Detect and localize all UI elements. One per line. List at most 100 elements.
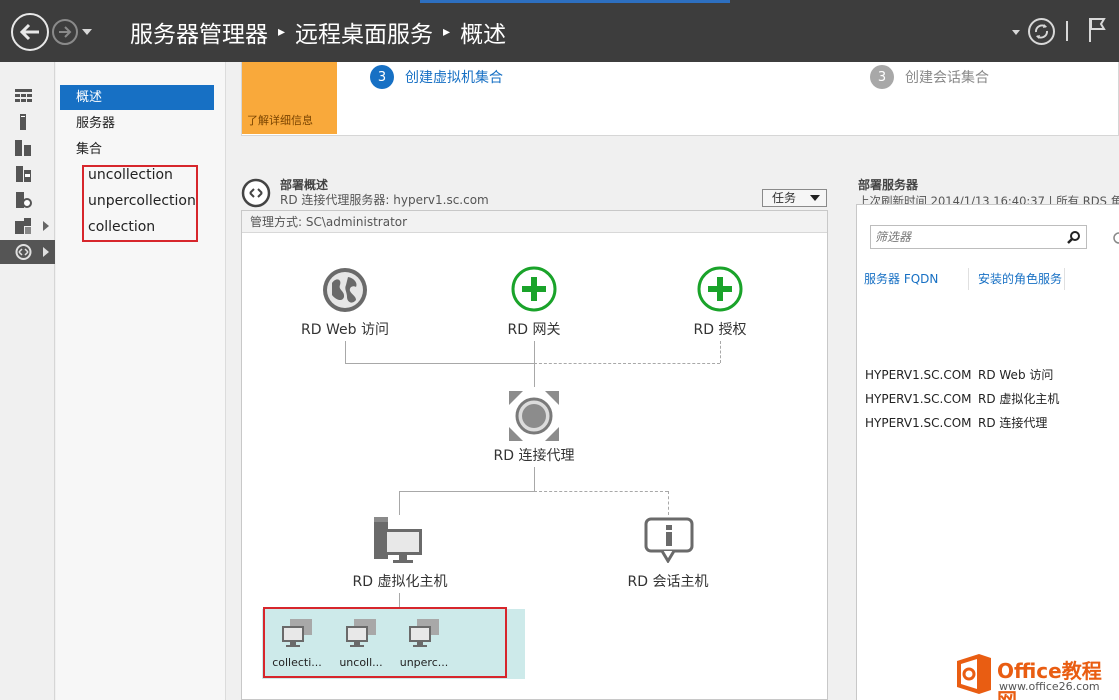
connector-line: [534, 363, 535, 387]
connector-dashed-line: [534, 363, 720, 364]
nav-item-collections[interactable]: 集合: [60, 137, 214, 162]
breadcrumb-server-manager[interactable]: 服务器管理器: [130, 15, 268, 49]
forward-button[interactable]: [52, 19, 78, 45]
info-session-host-icon[interactable]: [644, 517, 694, 563]
history-dropdown-icon[interactable]: [82, 29, 92, 35]
arrow-left-icon: [19, 23, 39, 41]
filter-placeholder: 筛选器: [875, 230, 912, 244]
chevron-down-icon[interactable]: [1012, 30, 1020, 35]
node-rd-gateway[interactable]: RD 网关: [454, 319, 614, 339]
navigation-pane: 概述 服务器 集合 uncollection unpercollection c…: [56, 62, 226, 700]
hyper-v-icon: [15, 218, 31, 234]
learn-more-link[interactable]: 了解详细信息: [247, 112, 313, 128]
breadcrumb-rds[interactable]: 远程桌面服务: [295, 15, 433, 49]
breadcrumb-overview: 概述: [460, 22, 507, 48]
connector-dashed-line: [720, 341, 721, 363]
filter-input[interactable]: 筛选器: [870, 225, 1087, 249]
left-icon-rail: [0, 62, 55, 700]
table-cell-fqdn: HYPERV1.SC.COM: [865, 416, 972, 430]
virtualization-host-icon[interactable]: [372, 517, 424, 565]
collections-highlight-box: [82, 165, 198, 242]
arrow-right-icon: [59, 26, 72, 38]
table-cell-fqdn: HYPERV1.SC.COM: [865, 392, 972, 406]
add-licensing-icon[interactable]: [696, 265, 744, 313]
title-bar-accent: [420, 0, 730, 3]
broker-server-label: RD 连接代理服务器: hyperv1.sc.com: [280, 193, 489, 207]
breadcrumb: 服务器管理器 ▸ 远程桌面服务 ▸ 概述: [130, 15, 507, 49]
deployment-servers-panel: 筛选器 服务器 FQDN 安装的角色服务 HYPERV1.SC.COM RD W…: [856, 204, 1119, 700]
collections-highlight-box: [263, 607, 507, 678]
column-header-roles[interactable]: 安装的角色服务: [973, 268, 1065, 290]
tasks-dropdown[interactable]: 任务: [762, 189, 827, 207]
refresh-icon: [1035, 24, 1048, 39]
expand-arrow-icon[interactable]: [43, 247, 49, 257]
step-number: 3: [870, 65, 894, 89]
collections-strip: collecti... uncoll... unperc...: [262, 607, 525, 679]
office-logo-icon: [957, 654, 991, 694]
node-rd-web-access[interactable]: RD Web 访问: [265, 319, 425, 339]
tasks-label: 任务: [772, 191, 797, 205]
file-services-icon: [16, 166, 31, 182]
title-bar: 服务器管理器 ▸ 远程桌面服务 ▸ 概述: [0, 0, 1119, 62]
node-rd-connection-broker[interactable]: RD 连接代理: [454, 445, 614, 465]
node-rd-virtualization-host[interactable]: RD 虚拟化主机: [320, 571, 480, 591]
step-label: 创建虚拟机集合: [405, 70, 503, 86]
watermark-url: www.office26.com: [999, 680, 1100, 693]
local-server-icon: [20, 114, 26, 130]
rail-iis[interactable]: [0, 188, 55, 212]
options-icon[interactable]: [1112, 231, 1119, 245]
expand-arrow-icon[interactable]: [43, 221, 49, 231]
all-servers-icon: [15, 140, 31, 156]
managed-by-bar: 管理方式: SC\administrator: [242, 211, 827, 233]
table-cell-role: RD 虚拟化主机: [978, 392, 1060, 406]
nav-item-overview[interactable]: 概述: [60, 85, 214, 110]
deployment-diagram: 管理方式: SC\administrator RD Web 访问 RD 网关 R…: [241, 210, 828, 700]
connector-line: [399, 491, 534, 492]
office26-watermark: Office教程网 www.office26.com: [955, 650, 1119, 700]
rail-dashboard[interactable]: [0, 84, 55, 108]
remote-desktop-icon: [15, 244, 32, 260]
connector-dashed-line: [534, 491, 668, 492]
step-create-session-collection[interactable]: 3 创建会话集合: [870, 65, 989, 89]
add-gateway-icon[interactable]: [510, 265, 558, 313]
node-rd-licensing[interactable]: RD 授权: [640, 319, 800, 339]
connection-broker-icon[interactable]: [507, 389, 561, 443]
rail-hyper-v[interactable]: [0, 214, 55, 238]
deployment-overview-icon: [241, 178, 271, 208]
quick-start-panel: 了解详细信息 3 创建虚拟机集合 3 创建会话集合: [241, 62, 1119, 136]
learn-more-tile[interactable]: 了解详细信息: [242, 62, 337, 134]
search-icon[interactable]: [1067, 230, 1081, 244]
back-button[interactable]: [11, 13, 49, 51]
connector-line: [345, 341, 346, 363]
watermark-title: Office教程网: [997, 659, 1102, 700]
connector-line: [534, 341, 535, 363]
breadcrumb-separator-icon: ▸: [278, 24, 286, 40]
table-cell-role: RD Web 访问: [978, 368, 1054, 382]
dashboard-icon: [15, 89, 32, 102]
rail-file-services[interactable]: [0, 162, 55, 186]
chevron-down-icon: [810, 195, 820, 201]
table-cell-role: RD 连接代理: [978, 416, 1048, 430]
step-label: 创建会话集合: [905, 70, 989, 86]
main-content: 了解详细信息 3 创建虚拟机集合 3 创建会话集合 部署概述 RD 连接代理服务…: [227, 62, 1119, 700]
nav-item-servers[interactable]: 服务器: [60, 111, 214, 136]
notifications-flag-icon[interactable]: [1088, 17, 1106, 47]
step-number: 3: [370, 65, 394, 89]
iis-icon: [16, 192, 32, 208]
column-header-fqdn[interactable]: 服务器 FQDN: [859, 268, 969, 290]
refresh-button[interactable]: [1028, 18, 1055, 45]
rail-remote-desktop-services[interactable]: [0, 240, 55, 264]
step-create-vm-collection[interactable]: 3 创建虚拟机集合: [370, 65, 503, 89]
connector-line: [399, 491, 400, 515]
rail-local-server[interactable]: [0, 110, 55, 134]
connector-line: [534, 467, 535, 491]
globe-icon[interactable]: [320, 265, 370, 315]
connector-line: [345, 363, 534, 364]
deployment-servers-title: 部署服务器: [858, 178, 919, 192]
breadcrumb-separator-icon: ▸: [443, 24, 451, 40]
connector-dashed-line: [668, 491, 669, 515]
rail-all-servers[interactable]: [0, 136, 55, 160]
table-cell-fqdn: HYPERV1.SC.COM: [865, 368, 972, 382]
header-divider: [1066, 21, 1068, 41]
node-rd-session-host[interactable]: RD 会话主机: [588, 571, 748, 591]
